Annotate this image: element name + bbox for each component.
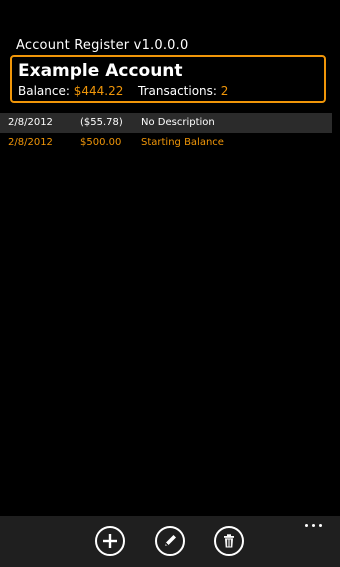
transaction-row[interactable]: 2/8/2012 ($55.78) No Description	[0, 113, 332, 133]
account-name: Example Account	[18, 61, 183, 81]
delete-icon	[224, 534, 234, 548]
transaction-list: 2/8/2012 ($55.78) No Description 2/8/201…	[0, 113, 332, 153]
ellipsis-icon[interactable]	[304, 522, 324, 528]
transaction-amount: ($55.78)	[80, 117, 123, 128]
edit-button[interactable]	[155, 526, 185, 556]
add-icon	[103, 534, 117, 548]
transactions-count: 2	[220, 84, 229, 98]
edit-icon	[165, 535, 176, 546]
transaction-description: No Description	[141, 117, 215, 128]
transaction-date: 2/8/2012	[8, 117, 53, 128]
account-stats: Balance: $444.22 Transactions: 2	[18, 84, 324, 99]
balance-label: Balance:	[18, 84, 70, 98]
add-button[interactable]	[95, 526, 125, 556]
balance-value: $444.22	[73, 84, 124, 98]
transaction-amount: $500.00	[80, 137, 122, 148]
app-bar	[0, 516, 340, 567]
transaction-description: Starting Balance	[141, 137, 224, 148]
transaction-row[interactable]: 2/8/2012 $500.00 Starting Balance	[0, 133, 332, 153]
app-title: Account Register v1.0.0.0	[16, 38, 189, 53]
account-summary-card[interactable]: Example Account Balance: $444.22 Transac…	[10, 55, 326, 103]
delete-button[interactable]	[214, 526, 244, 556]
transaction-date: 2/8/2012	[8, 137, 53, 148]
transactions-label: Transactions:	[138, 84, 217, 98]
